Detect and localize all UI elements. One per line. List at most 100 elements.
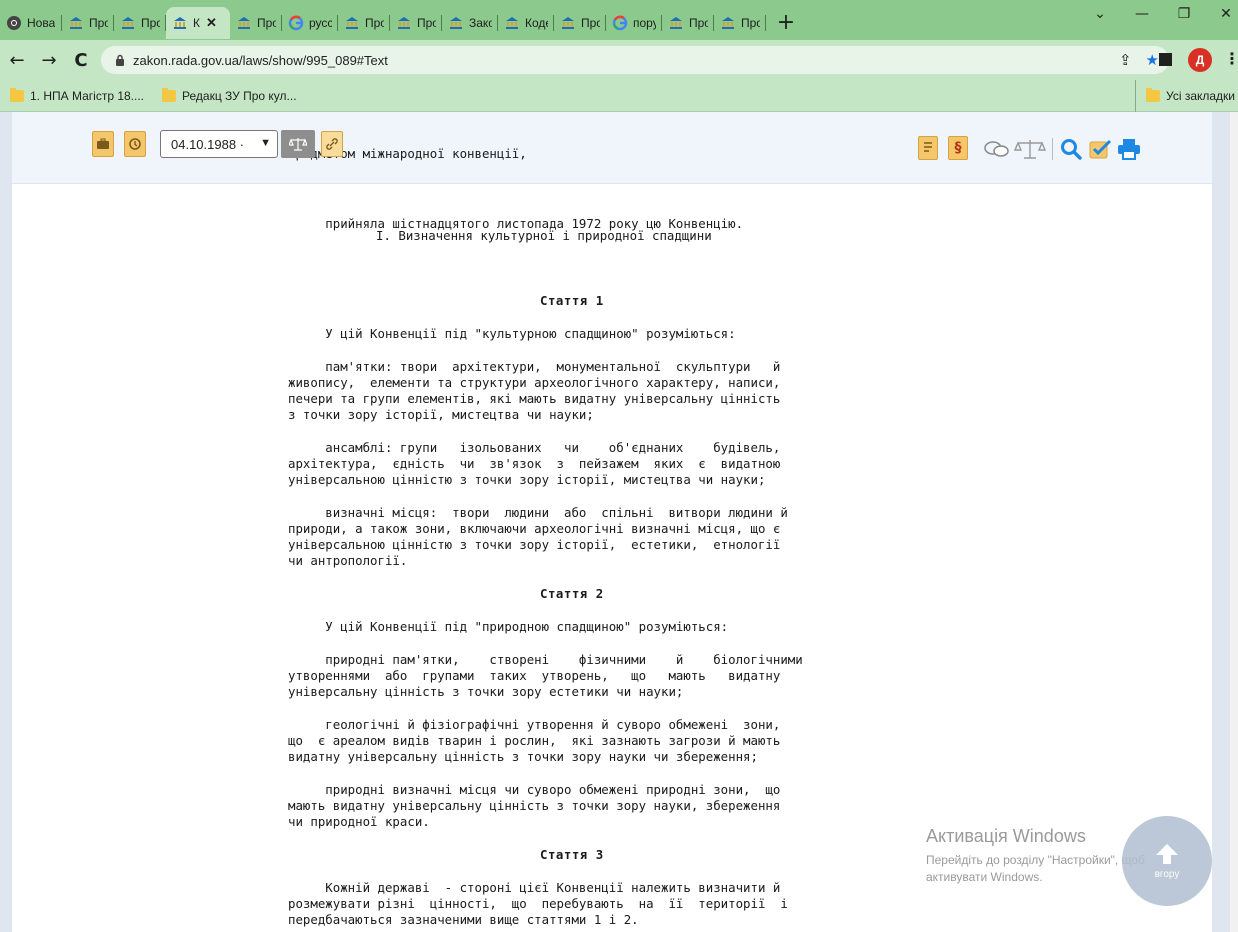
- header-line: прийняла шістнадцятого листопада 1972 ро…: [288, 216, 744, 231]
- google-icon: [612, 15, 628, 31]
- document-card-button[interactable]: [92, 131, 114, 157]
- tab-4[interactable]: К ✕: [166, 7, 230, 39]
- document-header-text: предметом міжнародної конвенції, прийнял…: [288, 116, 743, 264]
- checklist-button[interactable]: [1089, 138, 1113, 160]
- tab-5[interactable]: Про с: [230, 7, 282, 39]
- tab-title: Про с: [257, 16, 276, 30]
- rada-icon: [120, 15, 136, 31]
- compare-editions-button[interactable]: [281, 130, 315, 158]
- rada-icon: [396, 15, 412, 31]
- scrollbar[interactable]: [1230, 112, 1238, 932]
- tab-title: Про з: [417, 16, 436, 30]
- scroll-to-top-button[interactable]: вгору: [1122, 816, 1212, 906]
- tab-title: Про с: [141, 16, 160, 30]
- bookmark-folder-1[interactable]: 1. НПА Магістр 18....: [10, 87, 145, 103]
- bookmark-star-icon[interactable]: ★: [1146, 51, 1159, 69]
- paragraph-button[interactable]: §: [948, 136, 968, 160]
- folder-icon: [1146, 88, 1160, 102]
- minimize-icon[interactable]: —: [1122, 0, 1162, 28]
- menu-icon[interactable]: ⋮: [1224, 49, 1238, 68]
- reload-icon[interactable]: C: [68, 47, 94, 73]
- tab-2[interactable]: Про с: [62, 7, 114, 39]
- document-body: I. Визначення культурної і природної спа…: [288, 196, 888, 932]
- scales-icon: [1014, 140, 1046, 159]
- lock-icon: [116, 54, 124, 66]
- rada-icon: [68, 15, 84, 31]
- court-practice-button[interactable]: [1014, 138, 1046, 160]
- avatar[interactable]: Д: [1188, 48, 1212, 72]
- page-margin-left: [0, 112, 12, 932]
- tab-strip: НоваПро сПро сК✕Про срусскПро сПро зЗако…: [0, 0, 1238, 40]
- forward-icon[interactable]: →: [36, 47, 62, 73]
- article-paragraph: Кожній державі - стороні цієї Конвенції …: [288, 880, 788, 927]
- tab-3[interactable]: Про с: [114, 7, 166, 39]
- google-icon: [288, 15, 304, 31]
- article-paragraph: У цій Конвенції під "природною спадщиною…: [288, 619, 729, 634]
- tab-search-icon[interactable]: ⌄: [1080, 0, 1120, 28]
- article-paragraph: ансамблі: групи ізольованих чи об'єднани…: [288, 440, 781, 487]
- folder-icon: [162, 87, 177, 102]
- tab-9[interactable]: Закон: [442, 7, 498, 39]
- windows-activation-watermark: Активація Windows Перейдіть до розділу "…: [926, 826, 1145, 886]
- folder-icon: [10, 87, 24, 102]
- tab-title: Про с: [689, 16, 708, 30]
- side-panel-icon[interactable]: [1159, 53, 1172, 66]
- tab-close-icon[interactable]: ✕: [206, 15, 217, 31]
- tab-title: Кодек: [525, 16, 548, 30]
- tab-title: Про с: [89, 16, 108, 30]
- watermark-line: Перейдіть до розділу "Настройки", щоб: [926, 853, 1145, 867]
- rada-icon: [344, 15, 360, 31]
- tab-6[interactable]: русск: [282, 7, 338, 39]
- chrome-icon: [6, 15, 22, 31]
- watermark-title: Активація Windows: [926, 826, 1086, 846]
- close-window-icon[interactable]: ✕: [1206, 0, 1238, 28]
- edition-date-value: 04.10.1988 ·: [171, 136, 245, 152]
- search-button[interactable]: [1060, 138, 1082, 160]
- section-sign-icon: §: [948, 136, 968, 160]
- bookmark-folder-2[interactable]: Редакц ЗУ Про кул...: [162, 87, 297, 103]
- tab-14[interactable]: Про с: [714, 7, 766, 39]
- share-icon[interactable]: ⇪: [1119, 51, 1132, 69]
- edition-date-select[interactable]: 04.10.1988 · ▼: [160, 130, 278, 158]
- rada-icon: [504, 15, 520, 31]
- tab-10[interactable]: Кодек: [498, 7, 554, 39]
- restore-icon[interactable]: ❐: [1164, 0, 1204, 28]
- tab-12[interactable]: поруш: [606, 7, 662, 39]
- history-button[interactable]: [124, 131, 146, 157]
- article-title: Стаття 2: [540, 586, 604, 601]
- print-button[interactable]: [1117, 138, 1141, 160]
- rada-icon: [720, 15, 736, 31]
- link-button[interactable]: [321, 131, 343, 157]
- watermark-line: активувати Windows.: [926, 870, 1043, 884]
- rada-icon: [172, 15, 188, 31]
- all-bookmarks[interactable]: Усі закладки: [1135, 80, 1235, 112]
- search-icon: [1061, 139, 1082, 160]
- article-paragraph: геологічні й фізіографічні утворення й с…: [288, 717, 781, 764]
- address-bar[interactable]: zakon.rada.gov.ua/laws/show/995_089#Text…: [101, 46, 1169, 74]
- bookmark-label: 1. НПА Магістр 18....: [30, 88, 145, 103]
- comments-icon: [984, 141, 1009, 157]
- structure-button[interactable]: [918, 136, 938, 160]
- comments-button[interactable]: [984, 140, 1010, 158]
- all-bookmarks-label: Усі закладки: [1166, 89, 1236, 103]
- new-tab-button[interactable]: +: [772, 8, 800, 36]
- tab-title: Про б: [581, 16, 600, 30]
- tab-8[interactable]: Про з: [390, 7, 442, 39]
- printer-icon: [1118, 139, 1140, 160]
- tab-title: поруш: [633, 16, 656, 30]
- toolbar-divider: [1052, 138, 1053, 160]
- article-paragraph: визначні місця: твори людини або спільні…: [288, 505, 788, 568]
- arrow-up-icon: [1156, 843, 1178, 864]
- page-margin-right: [1212, 112, 1230, 932]
- rada-icon: [668, 15, 684, 31]
- article-paragraph: природні пам'ятки, створені фізичними й …: [288, 652, 803, 699]
- back-icon[interactable]: ←: [4, 47, 30, 73]
- tab-1[interactable]: Нова: [0, 7, 62, 39]
- tab-7[interactable]: Про с: [338, 7, 390, 39]
- tab-13[interactable]: Про с: [662, 7, 714, 39]
- article-title: Стаття 3: [540, 847, 604, 862]
- tab-11[interactable]: Про б: [554, 7, 606, 39]
- rada-icon: [560, 15, 576, 31]
- web-page: I. Визначення культурної і природної спа…: [0, 112, 1238, 932]
- url-text: zakon.rada.gov.ua/laws/show/995_089#Text: [133, 52, 388, 68]
